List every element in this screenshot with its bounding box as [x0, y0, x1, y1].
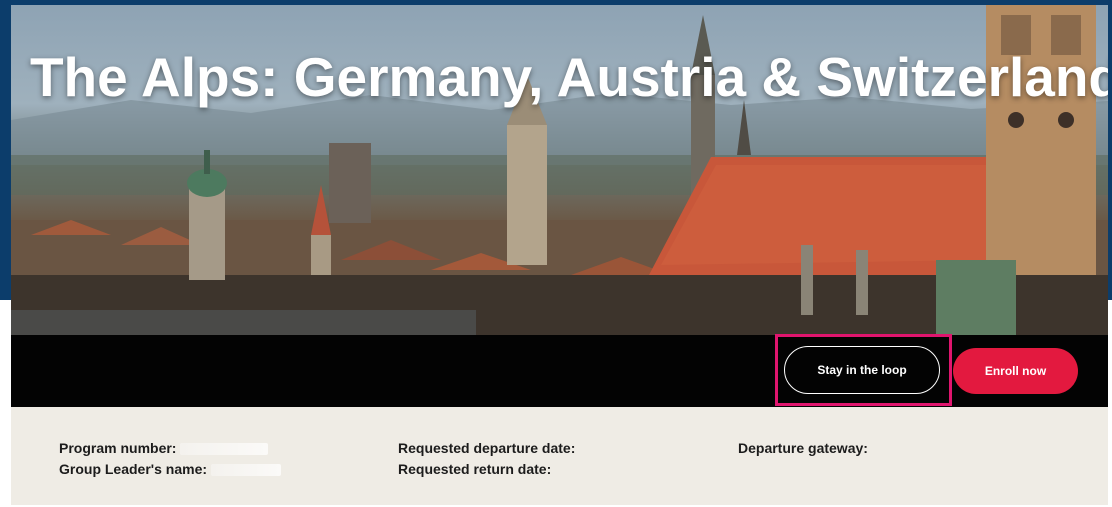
- hero-banner: The Alps: Germany, Austria & Switzerland: [11, 5, 1108, 335]
- page-title: The Alps: Germany, Austria & Switzerland: [29, 46, 1108, 108]
- departure-gateway-field: Departure gateway:: [738, 440, 868, 456]
- enroll-now-button[interactable]: Enroll now: [953, 348, 1078, 394]
- program-number-value-redacted: [180, 443, 269, 456]
- program-info-panel: Program number: Group Leader's name: Req…: [11, 407, 1108, 505]
- departure-date-field: Requested departure date:: [398, 440, 575, 456]
- departure-date-label: Requested departure date:: [398, 440, 576, 456]
- stay-in-the-loop-button[interactable]: Stay in the loop: [784, 346, 940, 394]
- return-date-label: Requested return date:: [398, 461, 552, 477]
- group-leader-value-redacted: [211, 464, 282, 477]
- group-leader-field: Group Leader's name:: [59, 461, 282, 477]
- group-leader-label: Group Leader's name:: [59, 461, 208, 477]
- departure-gateway-label: Departure gateway:: [738, 440, 868, 456]
- program-number-field: Program number:: [59, 440, 269, 456]
- program-number-label: Program number:: [59, 440, 177, 456]
- return-date-field: Requested return date:: [398, 461, 551, 477]
